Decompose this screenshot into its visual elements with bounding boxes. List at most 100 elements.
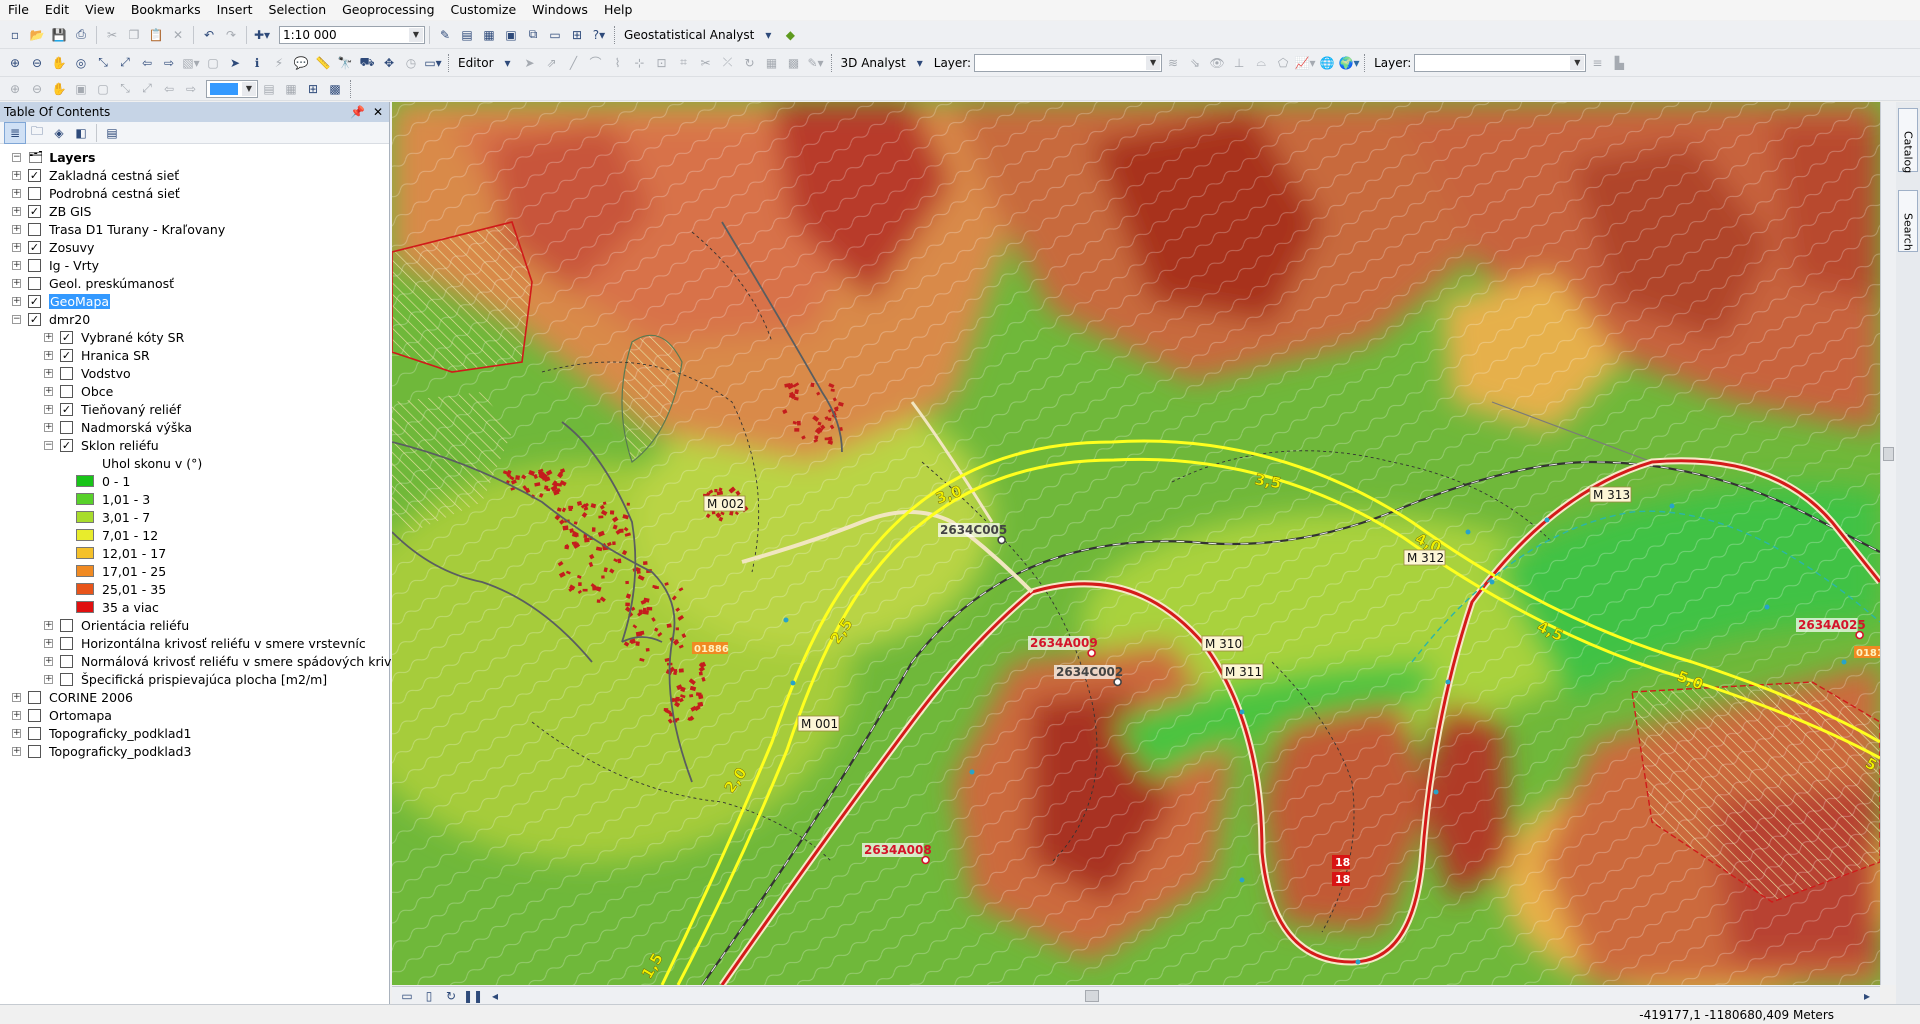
toc-layer-row[interactable]: + Trasa D1 Turany - Kraľovany bbox=[0, 220, 389, 238]
toc-layer-row[interactable]: + Geol. preskúmanosť bbox=[0, 274, 389, 292]
find-route-icon[interactable]: ⛟ bbox=[356, 52, 378, 74]
layer-name[interactable]: Horizontálna krivosť reliéfu v smere vrs… bbox=[81, 636, 366, 651]
layer-visibility-checkbox[interactable] bbox=[28, 708, 41, 722]
menu-item-help[interactable]: Help bbox=[596, 0, 641, 20]
layer-name[interactable]: Zosuvy bbox=[49, 240, 94, 255]
layer-visibility-checkbox[interactable]: ✓ bbox=[28, 240, 41, 254]
expand-icon[interactable]: + bbox=[12, 278, 21, 288]
chevron-down-icon[interactable]: ▼ bbox=[242, 81, 256, 96]
toc-layer-row[interactable]: + CORINE 2006 bbox=[0, 688, 389, 706]
chevron-down-icon[interactable]: ▾ bbox=[757, 24, 779, 46]
editor-toolbar-icon[interactable]: ✎ bbox=[434, 24, 456, 46]
catalog-window-icon[interactable]: ▦ bbox=[478, 24, 500, 46]
menu-item-file[interactable]: File bbox=[0, 0, 37, 20]
toc-layer-row[interactable]: + ✓ Vybrané kóty SR bbox=[0, 328, 389, 346]
layer-visibility-checkbox[interactable] bbox=[60, 672, 73, 686]
toolbar-grip[interactable] bbox=[350, 79, 353, 98]
list-by-source-icon[interactable]: 🗀 bbox=[26, 122, 48, 144]
expand-icon[interactable]: + bbox=[12, 692, 21, 702]
layer-name[interactable]: Orientácia reliéfu bbox=[81, 618, 189, 633]
expand-icon[interactable]: + bbox=[44, 368, 53, 378]
sketch-properties-icon[interactable]: ▩ bbox=[783, 52, 805, 74]
layer-visibility-checkbox[interactable]: ✓ bbox=[60, 330, 73, 344]
expand-icon[interactable]: + bbox=[12, 260, 21, 270]
legend-swatch[interactable] bbox=[76, 475, 94, 487]
toc-options-icon[interactable]: ▤ bbox=[101, 122, 123, 144]
delete-icon[interactable]: ✕ bbox=[167, 24, 189, 46]
layer-visibility-checkbox[interactable] bbox=[60, 618, 73, 632]
zoom-out-icon[interactable]: ⊖ bbox=[26, 52, 48, 74]
toc-layer-row[interactable]: + ✓ Zosuvy bbox=[0, 238, 389, 256]
select-elements-icon[interactable]: ➤ bbox=[224, 52, 246, 74]
toc-layer-row[interactable]: + ✓ GeoMapa bbox=[0, 292, 389, 310]
html-popup-icon[interactable]: 💬 bbox=[290, 52, 312, 74]
expand-icon[interactable]: + bbox=[12, 170, 21, 180]
fixed-zoom-out-icon[interactable]: ⤢ bbox=[114, 52, 136, 74]
help-icon[interactable]: ?▾ bbox=[588, 24, 610, 46]
layout-zoom-combo[interactable]: ▼ bbox=[206, 79, 258, 98]
line-of-sight-icon[interactable]: 👁 bbox=[1206, 52, 1228, 74]
layer-visibility-checkbox[interactable] bbox=[28, 744, 41, 758]
expand-icon[interactable]: + bbox=[44, 386, 53, 396]
toc-layer-row[interactable]: + Špecifická prispievajúca plocha [m2/m] bbox=[0, 670, 389, 688]
layout-zoom-out-icon[interactable]: ⊖ bbox=[26, 78, 48, 100]
layer-visibility-checkbox[interactable] bbox=[28, 690, 41, 704]
edit-annotation-icon[interactable]: ⇗ bbox=[541, 52, 563, 74]
reshape-icon[interactable]: ⌗ bbox=[673, 52, 695, 74]
toc-layer-row[interactable]: + Horizontálna krivosť reliéfu v smere vr… bbox=[0, 634, 389, 652]
toc-root-row[interactable]: − 🗂 Layers bbox=[0, 148, 389, 166]
legend-swatch[interactable] bbox=[76, 583, 94, 595]
back-extent-icon[interactable]: ⇦ bbox=[158, 78, 180, 100]
layer-name[interactable]: dmr20 bbox=[49, 312, 90, 327]
select-features-icon[interactable]: ▧▾ bbox=[180, 52, 202, 74]
expand-icon[interactable]: + bbox=[44, 422, 53, 432]
toc-layer-row[interactable]: + Nadmorská výška bbox=[0, 418, 389, 436]
change-layout-icon[interactable]: ⊞ bbox=[302, 78, 324, 100]
layer-visibility-checkbox[interactable]: ✓ bbox=[60, 348, 73, 362]
map-view[interactable]: 1,5 2,0 2,5 3,0 3,5 4,0 4,5 5,0 5 M 001 M 002 M 31… bbox=[392, 102, 1880, 985]
expand-icon[interactable]: + bbox=[12, 206, 21, 216]
layer-name[interactable]: Normálová krivosť reliéfu v smere spádov… bbox=[81, 654, 410, 669]
expand-icon[interactable]: + bbox=[12, 746, 21, 756]
list-by-visibility-icon[interactable]: ◈ bbox=[48, 122, 70, 144]
hyperlink-icon[interactable]: ⚡ bbox=[268, 52, 290, 74]
toc-layer-row[interactable]: + ✓ Tieňovaný reliéf bbox=[0, 400, 389, 418]
toc-layer-row[interactable]: + Orientácia reliéfu bbox=[0, 616, 389, 634]
profile-graph-icon[interactable]: 📈▾ bbox=[1294, 52, 1316, 74]
survey-point-marker[interactable] bbox=[1087, 648, 1096, 658]
menu-item-edit[interactable]: Edit bbox=[37, 0, 77, 20]
edit-vertices-icon[interactable]: ⊡ bbox=[651, 52, 673, 74]
python-window-icon[interactable]: ▭ bbox=[544, 24, 566, 46]
survey-point-marker[interactable] bbox=[997, 535, 1006, 545]
toc-layer-row[interactable]: + Ortomapa bbox=[0, 706, 389, 724]
paste-icon[interactable]: 📋 bbox=[145, 24, 167, 46]
collapse-icon[interactable]: − bbox=[12, 314, 21, 324]
forward-extent-icon[interactable]: ⇨ bbox=[180, 78, 202, 100]
toggle-draft-icon[interactable]: ▤ bbox=[258, 78, 280, 100]
expand-icon[interactable]: + bbox=[12, 728, 21, 738]
end-point-arc-icon[interactable]: ⌒ bbox=[585, 52, 607, 74]
layout-zoom-in-icon[interactable]: ⊕ bbox=[4, 78, 26, 100]
expand-icon[interactable]: + bbox=[44, 674, 53, 684]
interpolate-polygon-icon[interactable]: ⬠ bbox=[1272, 52, 1294, 74]
fixed-zoom-out-layout-icon[interactable]: ⤢ bbox=[136, 78, 158, 100]
layer-name[interactable]: Vybrané kóty SR bbox=[81, 330, 184, 345]
forward-icon[interactable]: ⇨ bbox=[158, 52, 180, 74]
pan-icon[interactable]: ✋ bbox=[48, 52, 70, 74]
layer-name[interactable]: Topograficky_podklad3 bbox=[49, 744, 191, 759]
expand-icon[interactable]: + bbox=[12, 710, 21, 720]
menu-item-view[interactable]: View bbox=[77, 0, 123, 20]
clear-selection-icon[interactable]: ▢ bbox=[202, 52, 224, 74]
layer-visibility-checkbox[interactable]: ✓ bbox=[28, 312, 41, 326]
menu-item-geoprocessing[interactable]: Geoprocessing bbox=[334, 0, 442, 20]
toc-window-icon[interactable]: ▤ bbox=[456, 24, 478, 46]
collapse-icon[interactable]: − bbox=[44, 440, 53, 450]
add-data-icon[interactable]: ✚▾ bbox=[251, 24, 273, 46]
list-by-selection-icon[interactable]: ◧ bbox=[70, 122, 92, 144]
layer-name[interactable]: CORINE 2006 bbox=[49, 690, 133, 705]
chevron-down-icon[interactable]: ▾ bbox=[497, 52, 519, 74]
toc-layer-row[interactable]: − ✓ Sklon reliéfu bbox=[0, 436, 389, 454]
fixed-zoom-in-icon[interactable]: ⤡ bbox=[92, 52, 114, 74]
straight-segment-icon[interactable]: ╱ bbox=[563, 52, 585, 74]
collapse-icon[interactable]: − bbox=[12, 152, 21, 162]
